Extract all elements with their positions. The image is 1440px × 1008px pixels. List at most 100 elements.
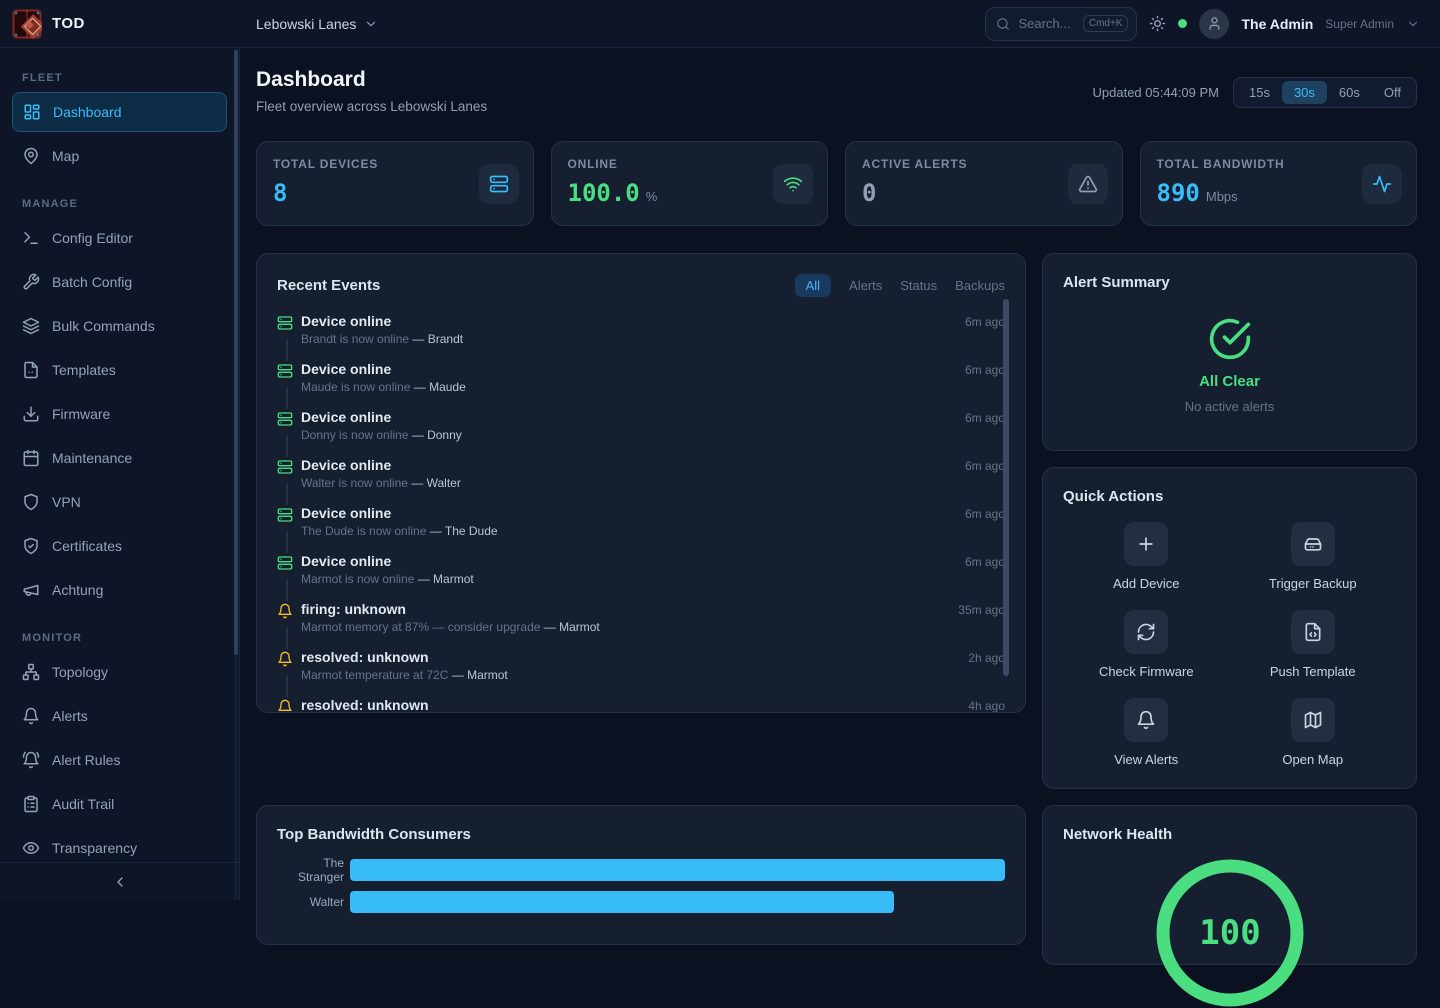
sidebar-item-label: Batch Config bbox=[52, 274, 132, 290]
check-circle-icon bbox=[1208, 317, 1252, 361]
hard-drive-icon bbox=[1291, 522, 1335, 566]
sidebar-item-bulk-commands[interactable]: Bulk Commands bbox=[12, 306, 227, 346]
bandwidth-panel: Top Bandwidth Consumers The Stranger Wal… bbox=[256, 805, 1026, 945]
sidebar-item-topology[interactable]: Topology bbox=[12, 652, 227, 692]
event-device: — Donny bbox=[412, 428, 462, 442]
sidebar-item-certificates[interactable]: Certificates bbox=[12, 526, 227, 566]
avatar[interactable] bbox=[1199, 9, 1229, 39]
sidebar-item-dashboard[interactable]: Dashboard bbox=[12, 92, 227, 132]
quick-action-label: Check Firmware bbox=[1099, 664, 1194, 679]
refresh-60s-button[interactable]: 60s bbox=[1327, 81, 1372, 104]
quick-action-label: Push Template bbox=[1270, 664, 1356, 679]
network-icon bbox=[22, 663, 40, 681]
bell-icon bbox=[277, 697, 297, 713]
sidebar-item-label: Templates bbox=[52, 362, 116, 378]
sidebar-item-label: Topology bbox=[52, 664, 108, 680]
quick-action-view-alerts[interactable]: View Alerts bbox=[1063, 698, 1230, 767]
sidebar-item-label: Config Editor bbox=[52, 230, 133, 246]
event-time: 6m ago bbox=[965, 457, 1005, 505]
refresh-off-button[interactable]: Off bbox=[1372, 81, 1413, 104]
sidebar-item-alert-rules[interactable]: Alert Rules bbox=[12, 740, 227, 780]
alert-summary-panel: Alert Summary All Clear No active alerts bbox=[1042, 253, 1417, 451]
theme-toggle-sun-icon[interactable] bbox=[1149, 15, 1166, 32]
search-icon bbox=[996, 17, 1010, 31]
org-switcher[interactable]: Lebowski Lanes bbox=[256, 16, 378, 32]
page-title: Dashboard bbox=[256, 68, 487, 92]
activity-icon bbox=[1362, 164, 1402, 204]
quick-action-open-map[interactable]: Open Map bbox=[1230, 698, 1397, 767]
event-message: Marmot temperature at 72C — Marmot bbox=[301, 668, 968, 682]
stats-row: TOTAL DEVICES 8 ONLINE 100.0 % ACTIVE AL… bbox=[256, 141, 1417, 226]
tab-backups[interactable]: Backups bbox=[955, 278, 1005, 293]
sidebar-item-alerts[interactable]: Alerts bbox=[12, 696, 227, 736]
page-subtitle: Fleet overview across Lebowski Lanes bbox=[256, 99, 487, 114]
sidebar-item-label: Maintenance bbox=[52, 450, 132, 466]
dashboard-grid-icon bbox=[23, 103, 41, 121]
quick-action-trigger-backup[interactable]: Trigger Backup bbox=[1230, 522, 1397, 591]
user-role: Super Admin bbox=[1325, 17, 1394, 31]
tab-alerts[interactable]: Alerts bbox=[849, 278, 882, 293]
sidebar-scrollbar-thumb[interactable] bbox=[234, 50, 238, 655]
sidebar-item-achtung[interactable]: Achtung bbox=[12, 570, 227, 610]
server-icon bbox=[277, 313, 297, 339]
event-title: Device online bbox=[301, 313, 965, 329]
bandwidth-bar bbox=[350, 891, 894, 913]
tab-all[interactable]: All bbox=[795, 274, 831, 297]
shield-check-icon bbox=[22, 537, 40, 555]
event-title: Device online bbox=[301, 361, 965, 377]
events-scrollbar-thumb[interactable] bbox=[1003, 299, 1009, 676]
user-name: The Admin bbox=[1241, 16, 1313, 32]
clipboard-list-icon bbox=[22, 795, 40, 813]
event-time: 35m ago bbox=[958, 601, 1005, 649]
event-message: Donny is now online — Donny bbox=[301, 428, 965, 442]
search-input[interactable] bbox=[1018, 16, 1074, 31]
quick-action-check-firmware[interactable]: Check Firmware bbox=[1063, 610, 1230, 679]
sidebar-item-firmware[interactable]: Firmware bbox=[12, 394, 227, 434]
server-icon bbox=[277, 361, 297, 387]
download-icon bbox=[22, 405, 40, 423]
sidebar-item-maintenance[interactable]: Maintenance bbox=[12, 438, 227, 478]
tab-status[interactable]: Status bbox=[900, 278, 937, 293]
recent-events-title: Recent Events bbox=[277, 277, 380, 294]
bandwidth-bar-label: Walter bbox=[277, 895, 344, 909]
sidebar-item-vpn[interactable]: VPN bbox=[12, 482, 227, 522]
event-title: Device online bbox=[301, 409, 965, 425]
terminal-icon bbox=[22, 229, 40, 247]
sidebar-item-label: Dashboard bbox=[53, 104, 122, 120]
sidebar-item-config-editor[interactable]: Config Editor bbox=[12, 218, 227, 258]
sidebar-item-templates[interactable]: Templates bbox=[12, 350, 227, 390]
event-device: — Brandt bbox=[412, 332, 463, 346]
sidebar-item-batch-config[interactable]: Batch Config bbox=[12, 262, 227, 302]
layers-icon bbox=[22, 317, 40, 335]
quick-action-label: Open Map bbox=[1282, 752, 1343, 767]
quick-action-label: View Alerts bbox=[1114, 752, 1178, 767]
refresh-interval-control: 15s 30s 60s Off bbox=[1233, 77, 1417, 108]
sidebar-section-fleet: FLEET bbox=[22, 72, 227, 84]
wifi-icon bbox=[773, 164, 813, 204]
megaphone-icon bbox=[22, 581, 40, 599]
sidebar-item-label: VPN bbox=[52, 494, 81, 510]
network-health-title: Network Health bbox=[1063, 826, 1396, 843]
stat-value: 8 bbox=[273, 179, 287, 207]
sidebar-item-audit-trail[interactable]: Audit Trail bbox=[12, 784, 227, 824]
event-device: — The Dude bbox=[430, 524, 498, 538]
event-title: firing: unknown bbox=[301, 601, 958, 617]
sidebar-item-map[interactable]: Map bbox=[12, 136, 227, 176]
user-menu-chevron-down-icon[interactable] bbox=[1406, 17, 1420, 31]
quick-action-push-template[interactable]: Push Template bbox=[1230, 610, 1397, 679]
sidebar-collapse-button[interactable] bbox=[0, 862, 239, 900]
sidebar-item-label: Audit Trail bbox=[52, 796, 114, 812]
server-icon bbox=[479, 164, 519, 204]
event-device: — Marmot bbox=[544, 620, 600, 634]
refresh-30s-button[interactable]: 30s bbox=[1282, 81, 1327, 104]
event-title: resolved: unknown bbox=[301, 697, 968, 713]
refresh-15s-button[interactable]: 15s bbox=[1237, 81, 1282, 104]
logo-rug-icon bbox=[12, 9, 42, 39]
stat-unit: Mbps bbox=[1206, 189, 1238, 204]
topbar-right: Cmd+K The Admin Super Admin bbox=[985, 7, 1440, 41]
alert-triangle-icon bbox=[1068, 164, 1108, 204]
quick-action-add-device[interactable]: Add Device bbox=[1063, 522, 1230, 591]
event-message: Marmot memory at 87% — consider upgrade … bbox=[301, 620, 958, 634]
bell-icon bbox=[277, 649, 297, 675]
search-box[interactable]: Cmd+K bbox=[985, 7, 1137, 41]
